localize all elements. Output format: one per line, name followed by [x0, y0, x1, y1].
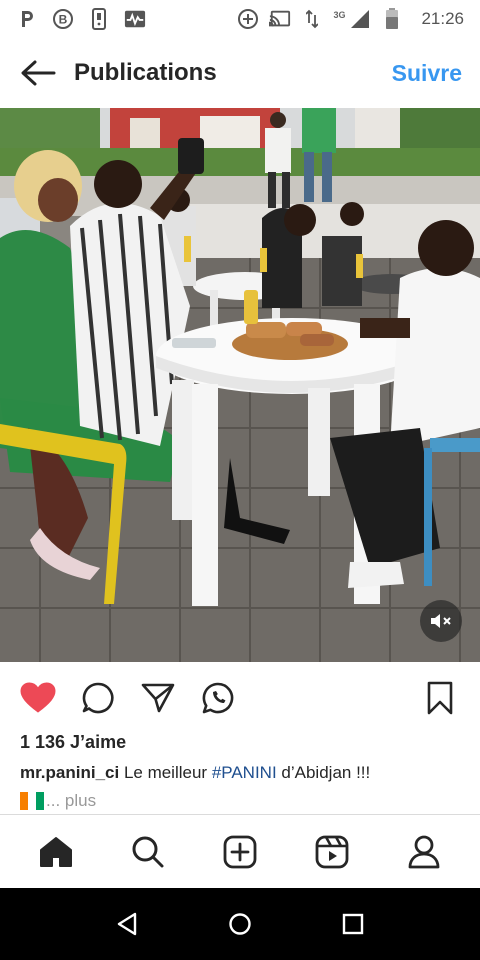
system-back-button[interactable] [107, 904, 147, 944]
recents-square-icon [343, 913, 364, 935]
signal-icon [349, 8, 371, 30]
post-caption: mr.panini_ci Le meilleur #PANINI d’Abidj… [20, 763, 370, 783]
post-actions [0, 668, 480, 728]
app-header: Publications Suivre [0, 38, 480, 108]
nav-search[interactable] [124, 828, 172, 876]
bookmark-icon [427, 681, 453, 715]
caption-more[interactable]: ... plus [20, 791, 96, 811]
like-count[interactable]: 1 136 J’aime [20, 732, 126, 753]
home-circle-icon [229, 913, 251, 935]
back-triangle-icon [117, 912, 136, 936]
parking-icon [16, 8, 38, 30]
clock: 21:26 [421, 9, 464, 28]
speaker-muted-icon [431, 614, 451, 628]
whatsapp-icon [202, 682, 234, 714]
bottom-navigation [0, 814, 480, 888]
flag-stripe-white [28, 792, 36, 810]
b-circle-icon: B [52, 8, 74, 30]
caption-username[interactable]: mr.panini_ci [20, 763, 119, 782]
system-navigation-bar [0, 888, 480, 960]
nav-home[interactable] [32, 828, 80, 876]
like-button[interactable] [18, 678, 58, 718]
battery-icon [381, 8, 403, 30]
flag-stripe-orange [20, 792, 28, 810]
caption-text-pre: Le meilleur [123, 763, 212, 782]
paper-plane-icon [141, 683, 175, 713]
ivory-coast-flag-icon [20, 792, 44, 810]
comment-button[interactable] [78, 678, 118, 718]
arrow-left-icon [21, 60, 56, 86]
nav-reels[interactable] [308, 828, 356, 876]
share-button[interactable] [138, 678, 178, 718]
create-icon [223, 835, 257, 868]
video-frame-illustration [0, 108, 480, 662]
whatsapp-share-button[interactable] [198, 678, 238, 718]
flag-stripe-green [36, 792, 44, 810]
status-left: B [16, 8, 146, 30]
nav-create[interactable] [216, 828, 264, 876]
home-icon [40, 836, 72, 867]
post-video[interactable] [0, 108, 480, 662]
heart-filled-icon [20, 682, 56, 713]
activity-icon [124, 8, 146, 30]
caption-text-post: d’Abidjan !!! [276, 763, 371, 782]
caption-hashtag[interactable]: #PANINI [212, 763, 277, 782]
status-right: 3G 21:26 [237, 8, 464, 30]
profile-icon [408, 835, 440, 868]
network-type-label: 3G [333, 10, 346, 20]
page-title: Publications [74, 59, 217, 86]
add-circle-icon [237, 8, 259, 30]
more-label[interactable]: ... plus [46, 791, 96, 811]
phone-icon [88, 8, 110, 30]
reels-icon [315, 835, 349, 868]
mute-button[interactable] [420, 600, 462, 642]
system-home-button[interactable] [220, 904, 260, 944]
save-button[interactable] [420, 678, 460, 718]
data-arrows-icon [301, 8, 323, 30]
search-icon [132, 836, 164, 867]
comment-bubble-icon [82, 682, 114, 714]
status-bar: B 3G 21:26 [0, 0, 480, 38]
system-recents-button[interactable] [333, 904, 373, 944]
cast-icon [269, 8, 291, 30]
follow-button[interactable]: Suivre [392, 60, 462, 87]
nav-profile[interactable] [400, 828, 448, 876]
back-button[interactable] [18, 53, 58, 93]
svg-text:B: B [59, 13, 68, 27]
